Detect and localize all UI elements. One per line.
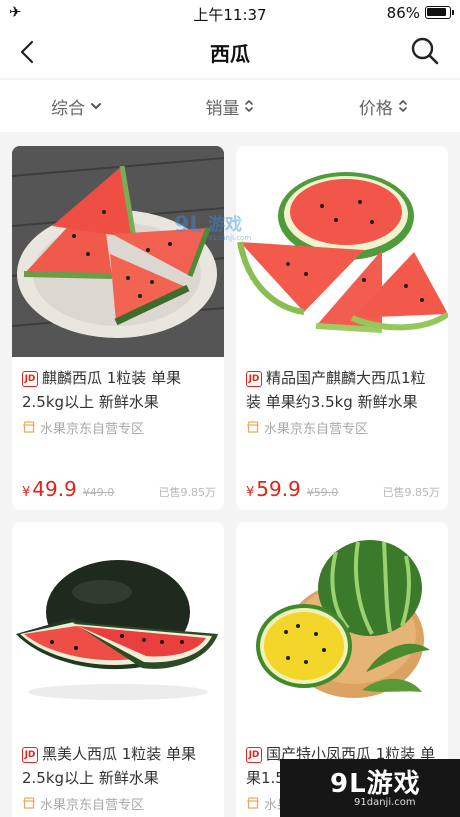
filter-label: 综合 bbox=[51, 98, 86, 119]
sort-icon bbox=[399, 100, 407, 112]
price-row: ¥ 59.9 ¥59.0 已售9.85万 bbox=[246, 477, 440, 501]
battery-percentage: 86% bbox=[386, 4, 420, 22]
product-name: JD 精品国产麒麟大西瓜1粒装 单果约3.5kg 新鲜水果 bbox=[246, 369, 426, 411]
store-label[interactable]: 水果京东自营专区 bbox=[22, 792, 214, 814]
brand-logo-domain: 91danji.com bbox=[354, 797, 416, 808]
filter-comprehensive[interactable]: 综合 bbox=[0, 80, 153, 132]
original-price: ¥49.0 bbox=[82, 486, 115, 499]
store-icon bbox=[247, 797, 259, 809]
sort-icon bbox=[245, 100, 254, 112]
product-card[interactable]: JD 精品国产麒麟大西瓜1粒装 单果约3.5kg 新鲜水果 水果京东自营专区 ¥ … bbox=[236, 146, 448, 510]
product-image-yellow-watermelon bbox=[236, 522, 448, 733]
status-bar: ✈ 上午11:37 86% bbox=[0, 0, 460, 26]
brand-logo-text: 9L游戏 bbox=[330, 769, 421, 799]
store-icon bbox=[23, 421, 35, 433]
filter-label: 销量 bbox=[205, 98, 240, 119]
store-label[interactable]: 水果京东自营专区 bbox=[246, 416, 438, 438]
product-name: JD 麒麟西瓜 1粒装 单果2.5kg以上 新鲜水果 bbox=[22, 369, 182, 411]
filter-label: 价格 bbox=[358, 98, 393, 119]
price-row: ¥ 49.9 ¥49.0 已售9.85万 bbox=[22, 477, 216, 501]
search-button[interactable] bbox=[408, 34, 442, 68]
product-image-watermelon-plate bbox=[12, 146, 224, 357]
store-icon bbox=[247, 421, 259, 433]
battery-icon bbox=[425, 6, 454, 19]
jd-badge-icon: JD bbox=[246, 747, 262, 763]
product-name: JD 黑美人西瓜 1粒装 单果2.5kg以上 新鲜水果 bbox=[22, 745, 197, 787]
price: 59.9 bbox=[256, 477, 301, 501]
brand-logo: 9L游戏 91danji.com bbox=[280, 759, 460, 817]
nav-bar: 西瓜 bbox=[0, 26, 460, 78]
price-symbol: ¥ bbox=[22, 485, 31, 500]
jd-badge-icon: JD bbox=[246, 371, 262, 387]
sold-count: 已售9.85万 bbox=[158, 486, 217, 499]
jd-badge-icon: JD bbox=[22, 371, 38, 387]
page-title: 西瓜 bbox=[210, 42, 250, 66]
price: 49.9 bbox=[32, 477, 77, 501]
filter-price[interactable]: 价格 bbox=[307, 80, 460, 132]
search-icon bbox=[411, 37, 439, 65]
product-card[interactable]: JD 麒麟西瓜 1粒装 单果2.5kg以上 新鲜水果 水果京东自营专区 ¥ 49.… bbox=[12, 146, 224, 510]
product-card[interactable]: JD 黑美人西瓜 1粒装 单果2.5kg以上 新鲜水果 水果京东自营专区 bbox=[12, 522, 224, 817]
filter-sales[interactable]: 销量 bbox=[153, 80, 306, 132]
product-image-black-watermelon bbox=[12, 522, 224, 733]
price-symbol: ¥ bbox=[246, 485, 255, 500]
product-image-watermelon-slices bbox=[236, 146, 448, 357]
store-icon bbox=[23, 797, 35, 809]
chevron-down-icon bbox=[91, 103, 102, 109]
jd-badge-icon: JD bbox=[22, 747, 38, 763]
sold-count: 已售9.85万 bbox=[382, 486, 441, 499]
filter-bar: 综合 销量 价格 bbox=[0, 80, 460, 132]
store-label[interactable]: 水果京东自营专区 bbox=[22, 416, 214, 438]
original-price: ¥59.0 bbox=[306, 486, 339, 499]
